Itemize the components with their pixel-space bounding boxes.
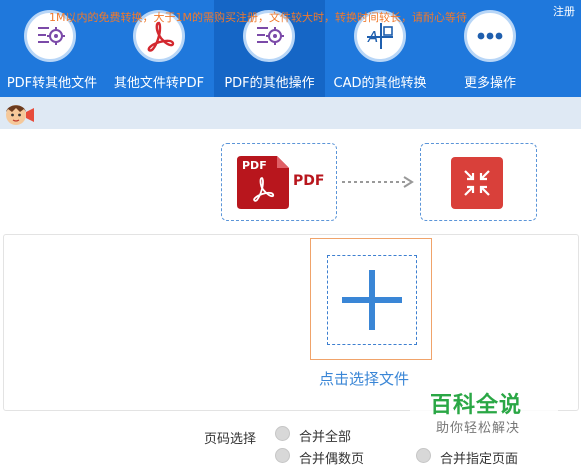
plus-icon bbox=[342, 270, 402, 330]
compress-icon bbox=[451, 157, 503, 209]
nav-label: PDF转其他文件 bbox=[6, 76, 98, 91]
option-merge-all-label[interactable]: 合并全部 bbox=[299, 426, 351, 445]
more-dots-icon bbox=[464, 10, 516, 62]
notice-text: 1M以内的免费转换，大于1M的需购买注册，文件较大时，转换时间较长，请耐心等待 bbox=[49, 11, 467, 24]
file-select-button[interactable] bbox=[310, 238, 432, 360]
watermark-subtitle: 助你轻松解决 bbox=[436, 421, 521, 436]
file-drop-zone[interactable] bbox=[327, 255, 417, 345]
page-select-label: 页码选择 bbox=[204, 432, 257, 447]
nav-label: CAD的其他转换 bbox=[333, 76, 427, 91]
radio-merge-even[interactable] bbox=[275, 448, 290, 463]
nav-label: PDF的其他操作 bbox=[224, 76, 315, 91]
mascot-icon bbox=[3, 100, 37, 128]
radio-merge-specified[interactable] bbox=[416, 448, 431, 463]
notice-bar bbox=[0, 97, 581, 129]
arrow-right-icon bbox=[342, 176, 414, 188]
nav-label: 更多操作 bbox=[463, 76, 516, 91]
source-format-box: PDF PDF bbox=[221, 143, 337, 221]
option-merge-even-label[interactable]: 合并偶数页 bbox=[299, 448, 364, 467]
choose-file-label[interactable]: 点击选择文件 bbox=[319, 368, 409, 389]
watermark-title: 百科全说 bbox=[430, 393, 523, 418]
source-format-label: PDF bbox=[293, 173, 325, 189]
radio-merge-all[interactable] bbox=[275, 426, 290, 441]
register-link[interactable]: 注册 bbox=[553, 3, 575, 19]
watermark-logo: 百科全说 助你轻松解决 bbox=[410, 383, 558, 437]
pdf-badge: PDF bbox=[242, 159, 267, 172]
pdf-file-icon: PDF bbox=[237, 156, 289, 209]
nav-label: 其他文件转PDF bbox=[113, 76, 205, 91]
target-format-box bbox=[420, 143, 537, 221]
option-merge-specified-label[interactable]: 合并指定页面 bbox=[440, 448, 518, 467]
